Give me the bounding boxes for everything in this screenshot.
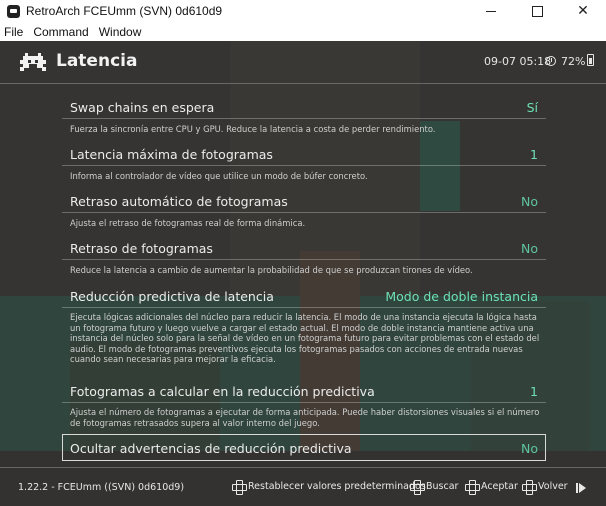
setting-description: Ejecuta lógicas adicionales del núcleo p…: [70, 312, 540, 365]
setting-description: Reduce la latencia a cambio de aumentar …: [70, 265, 473, 275]
minimize-button[interactable]: [468, 0, 514, 22]
accept-button[interactable]: Aceptar: [465, 480, 518, 495]
setting-value: No: [521, 241, 538, 256]
setting-divider: [62, 212, 546, 213]
battery-level: 72%: [561, 55, 586, 68]
maximize-button[interactable]: [514, 0, 560, 22]
setting-run-ahead-frames[interactable]: Fotogramas a calcular en la reducción pr…: [62, 379, 546, 431]
dpad-icon: [465, 480, 480, 495]
setting-label: Retraso automático de fotogramas: [70, 194, 288, 209]
menu-window[interactable]: Window: [94, 25, 147, 39]
setting-label: Ocultar advertencias de reducción predic…: [70, 441, 352, 456]
setting-max-frame-latency[interactable]: Latencia máxima de fotogramas 1 Informa …: [62, 142, 546, 187]
setting-hide-run-ahead-warnings[interactable]: Ocultar advertencias de reducción predic…: [62, 434, 546, 462]
dpad-icon: [522, 480, 537, 495]
window-titlebar: RetroArch FCEUmm (SVN) 0d610d9 ✕: [0, 0, 606, 22]
clock-icon: [546, 56, 556, 66]
retroarch-stage: Latencia 09-07 05:18 72% Swap chains en …: [0, 41, 606, 506]
setting-label: Swap chains en espera: [70, 100, 215, 115]
window-title: RetroArch FCEUmm (SVN) 0d610d9: [26, 4, 223, 18]
setting-value: Sí: [526, 100, 538, 115]
page-title: Latencia: [56, 51, 138, 71]
search-label: Buscar: [426, 481, 459, 492]
setting-value: 1: [530, 384, 538, 399]
close-button[interactable]: ✕: [560, 0, 606, 22]
setting-run-ahead[interactable]: Reducción predictiva de latencia Modo de…: [62, 284, 546, 376]
setting-value: Modo de doble instancia: [385, 289, 538, 304]
setting-divider: [62, 118, 546, 119]
setting-frame-delay[interactable]: Retraso de fotogramas No Reduce la laten…: [62, 236, 546, 281]
menu-header: Latencia 09-07 05:18 72%: [0, 41, 606, 83]
dpad-icon: [232, 480, 247, 495]
setting-label: Retraso de fotogramas: [70, 241, 213, 256]
setting-label: Latencia máxima de fotogramas: [70, 147, 273, 162]
setting-description: Ajusta el número de fotogramas a ejecuta…: [70, 407, 540, 428]
play-icon[interactable]: [576, 483, 586, 493]
setting-divider: [62, 307, 546, 308]
setting-divider: [62, 259, 546, 260]
search-button[interactable]: Buscar: [410, 480, 459, 495]
setting-divider: [62, 402, 546, 403]
retroarch-app-icon: [7, 4, 20, 18]
setting-label: Reducción predictiva de latencia: [70, 289, 274, 304]
menu-file[interactable]: File: [0, 25, 28, 39]
setting-value: 1: [530, 147, 538, 162]
battery-icon: [587, 54, 594, 66]
setting-swap-chains[interactable]: Swap chains en espera Sí Fuerza la sincr…: [62, 95, 546, 140]
menubar: File Command Window: [0, 22, 606, 41]
setting-auto-frame-delay[interactable]: Retraso automático de fotogramas No Ajus…: [62, 189, 546, 234]
header-divider: [0, 83, 606, 84]
reset-defaults-button[interactable]: Restablecer valores predeterminados: [232, 480, 426, 495]
setting-label: Fotogramas a calcular en la reducción pr…: [70, 384, 375, 399]
setting-divider: [62, 165, 546, 166]
dpad-icon: [410, 480, 425, 495]
core-version: 1.22.2 - FCEUmm ((SVN) 0d610d9): [18, 482, 185, 493]
menu-footer: 1.22.2 - FCEUmm ((SVN) 0d610d9) Restable…: [0, 468, 606, 506]
reset-defaults-label: Restablecer valores predeterminados: [248, 481, 426, 492]
setting-description: Informa al controlador de vídeo que util…: [70, 171, 368, 181]
retroarch-invader-icon: [20, 53, 46, 71]
setting-description: Ajusta el retraso de fotogramas real de …: [70, 218, 306, 228]
setting-value: No: [521, 194, 538, 209]
back-label: Volver: [538, 481, 568, 492]
datetime: 09-07 05:18: [484, 55, 552, 68]
accept-label: Aceptar: [481, 481, 518, 492]
menu-command[interactable]: Command: [28, 25, 93, 39]
setting-value: No: [521, 441, 538, 456]
back-button[interactable]: Volver: [522, 480, 568, 495]
setting-description: Fuerza la sincronía entre CPU y GPU. Red…: [70, 124, 436, 134]
